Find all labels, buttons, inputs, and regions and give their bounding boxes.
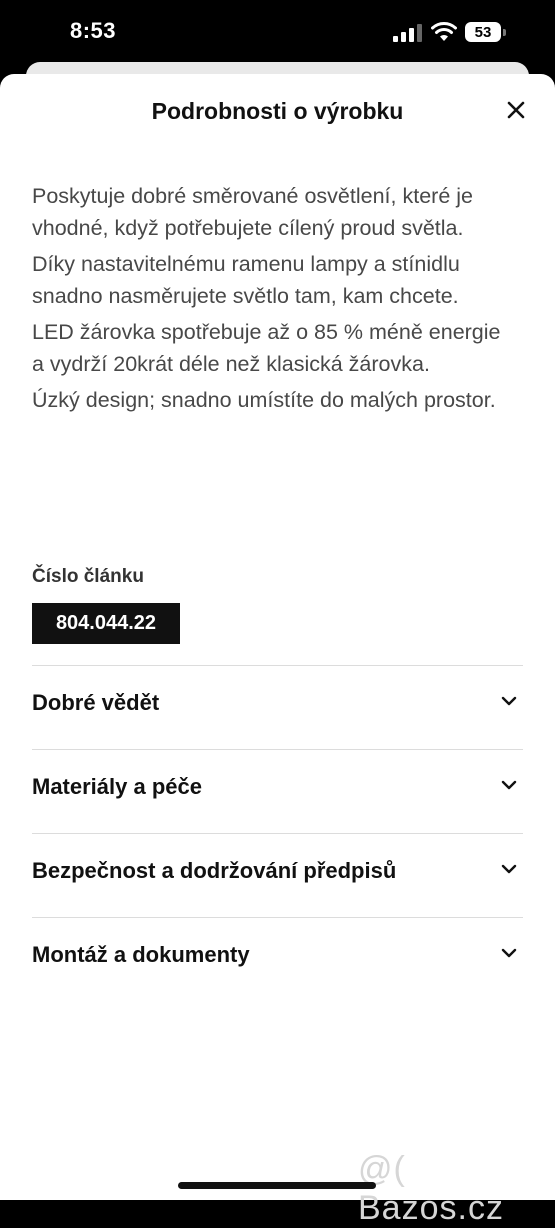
battery-level: 53 xyxy=(474,23,492,41)
close-icon xyxy=(507,101,525,119)
description-paragraph: Poskytuje dobré směrované osvětlení, kte… xyxy=(32,184,473,240)
chevron-down-icon xyxy=(501,948,517,958)
accordion-item-materials-care[interactable]: Materiály a péče xyxy=(32,749,523,833)
close-button[interactable] xyxy=(500,94,532,126)
description-paragraph: Úzký design; snadno umístíte do malých p… xyxy=(32,388,496,412)
details-accordion: Dobré vědět Materiály a péče Bezpečnost … xyxy=(32,665,523,1001)
battery-cap xyxy=(503,29,506,36)
chevron-down-icon xyxy=(501,696,517,706)
article-number-badge: 804.044.22 xyxy=(32,603,180,644)
article-number-label: Číslo článku xyxy=(32,566,144,587)
watermark: @( Bazos.cz xyxy=(358,1150,504,1227)
chevron-down-icon xyxy=(501,780,517,790)
accordion-label: Montáž a dokumenty xyxy=(32,942,250,967)
chevron-down-icon xyxy=(501,864,517,874)
status-time: 8:53 xyxy=(70,18,117,43)
accordion-label: Bezpečnost a dodržování předpisů xyxy=(32,858,397,883)
description-paragraph: Díky nastavitelnému ramenu lampy a stíni… xyxy=(32,252,460,308)
battery-icon: 53 xyxy=(465,22,506,42)
accordion-item-assembly-documents[interactable]: Montáž a dokumenty xyxy=(32,917,523,1001)
product-details-sheet: Podrobnosti o výrobku Poskytuje dobré sm… xyxy=(0,74,555,1227)
description-paragraph: LED žárovka spotřebuje až o 85 % méně en… xyxy=(32,320,501,376)
sheet-title: Podrobnosti o výrobku xyxy=(151,98,404,124)
status-bar: 8:53 53 xyxy=(0,0,555,62)
accordion-label: Materiály a péče xyxy=(32,774,202,799)
wifi-icon xyxy=(431,22,457,41)
product-description: Poskytuje dobré směrované osvětlení, kte… xyxy=(32,180,502,420)
accordion-item-safety-compliance[interactable]: Bezpečnost a dodržování předpisů xyxy=(32,833,523,917)
signal-icon xyxy=(393,24,422,42)
accordion-label: Dobré vědět xyxy=(32,690,160,715)
accordion-item-good-to-know[interactable]: Dobré vědět xyxy=(32,665,523,749)
home-indicator[interactable] xyxy=(178,1182,376,1189)
